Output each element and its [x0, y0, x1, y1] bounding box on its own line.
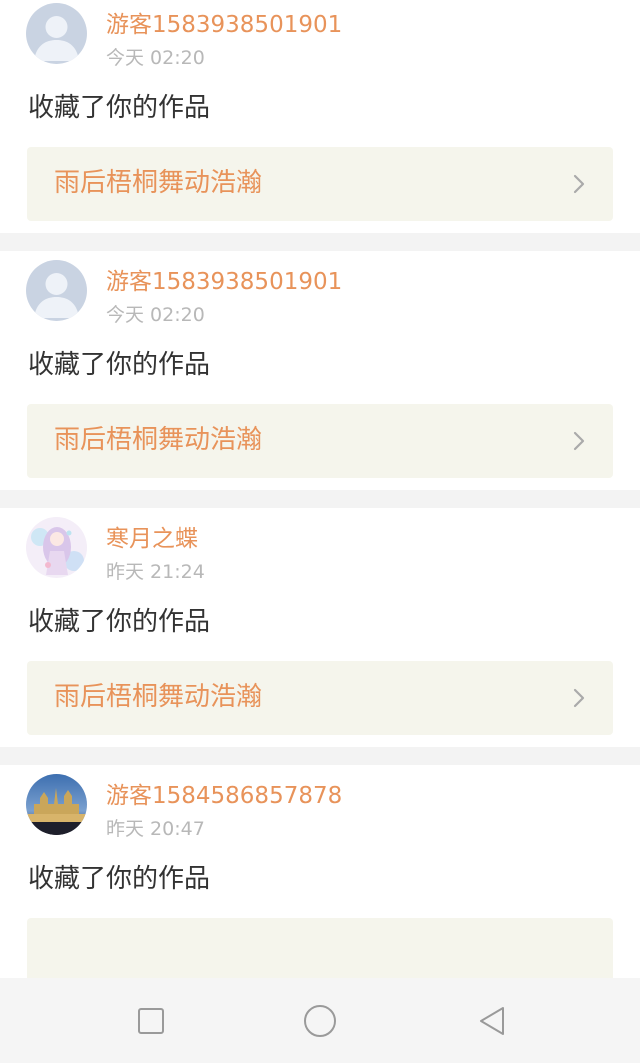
notification-card: 游客1583938501901 今天 02:20 收藏了你的作品 雨后梧桐舞动浩…: [0, 251, 640, 490]
default-avatar-icon[interactable]: [26, 260, 87, 321]
action-text: 收藏了你的作品: [28, 350, 211, 380]
back-icon[interactable]: [473, 1002, 511, 1040]
action-text: 收藏了你的作品: [28, 864, 211, 894]
work-title: 雨后梧桐舞动浩瀚: [54, 168, 263, 198]
home-icon[interactable]: [301, 1002, 339, 1040]
user-name[interactable]: 游客1584586857878: [106, 781, 342, 811]
notification-card: 游客1583938501901 今天 02:20 收藏了你的作品 雨后梧桐舞动浩…: [0, 0, 640, 233]
default-avatar-icon[interactable]: [26, 3, 87, 64]
system-navigation-bar: [0, 978, 640, 1063]
user-name[interactable]: 游客1583938501901: [106, 10, 342, 40]
notification-page: 游客1583938501901 今天 02:20 收藏了你的作品 雨后梧桐舞动浩…: [0, 0, 640, 1063]
work-link[interactable]: 雨后梧桐舞动浩瀚: [27, 147, 613, 221]
user-name[interactable]: 寒月之蝶: [106, 524, 198, 554]
work-link[interactable]: 雨后梧桐舞动浩瀚: [27, 404, 613, 478]
castle-photo-avatar[interactable]: [26, 774, 87, 835]
action-text: 收藏了你的作品: [28, 607, 211, 637]
user-name[interactable]: 游客1583938501901: [106, 267, 342, 297]
work-title: 雨后梧桐舞动浩瀚: [54, 682, 263, 712]
timestamp: 今天 02:20: [106, 47, 205, 69]
timestamp: 昨天 20:47: [106, 818, 205, 840]
chevron-right-icon: [573, 174, 585, 194]
work-link[interactable]: 雨后梧桐舞动浩瀚: [27, 661, 613, 735]
timestamp: 昨天 21:24: [106, 561, 205, 583]
work-title: 雨后梧桐舞动浩瀚: [54, 425, 263, 455]
recent-apps-icon[interactable]: [132, 1002, 170, 1040]
timestamp: 今天 02:20: [106, 304, 205, 326]
notification-card: 寒月之蝶 昨天 21:24 收藏了你的作品 雨后梧桐舞动浩瀚: [0, 508, 640, 747]
chevron-right-icon: [573, 431, 585, 451]
anime-girl-avatar[interactable]: [26, 517, 87, 578]
chevron-right-icon: [573, 688, 585, 708]
notification-card: 游客1584586857878 昨天 20:47 收藏了你的作品: [0, 765, 640, 1004]
action-text: 收藏了你的作品: [28, 93, 211, 123]
notification-feed[interactable]: 游客1583938501901 今天 02:20 收藏了你的作品 雨后梧桐舞动浩…: [0, 0, 640, 1022]
